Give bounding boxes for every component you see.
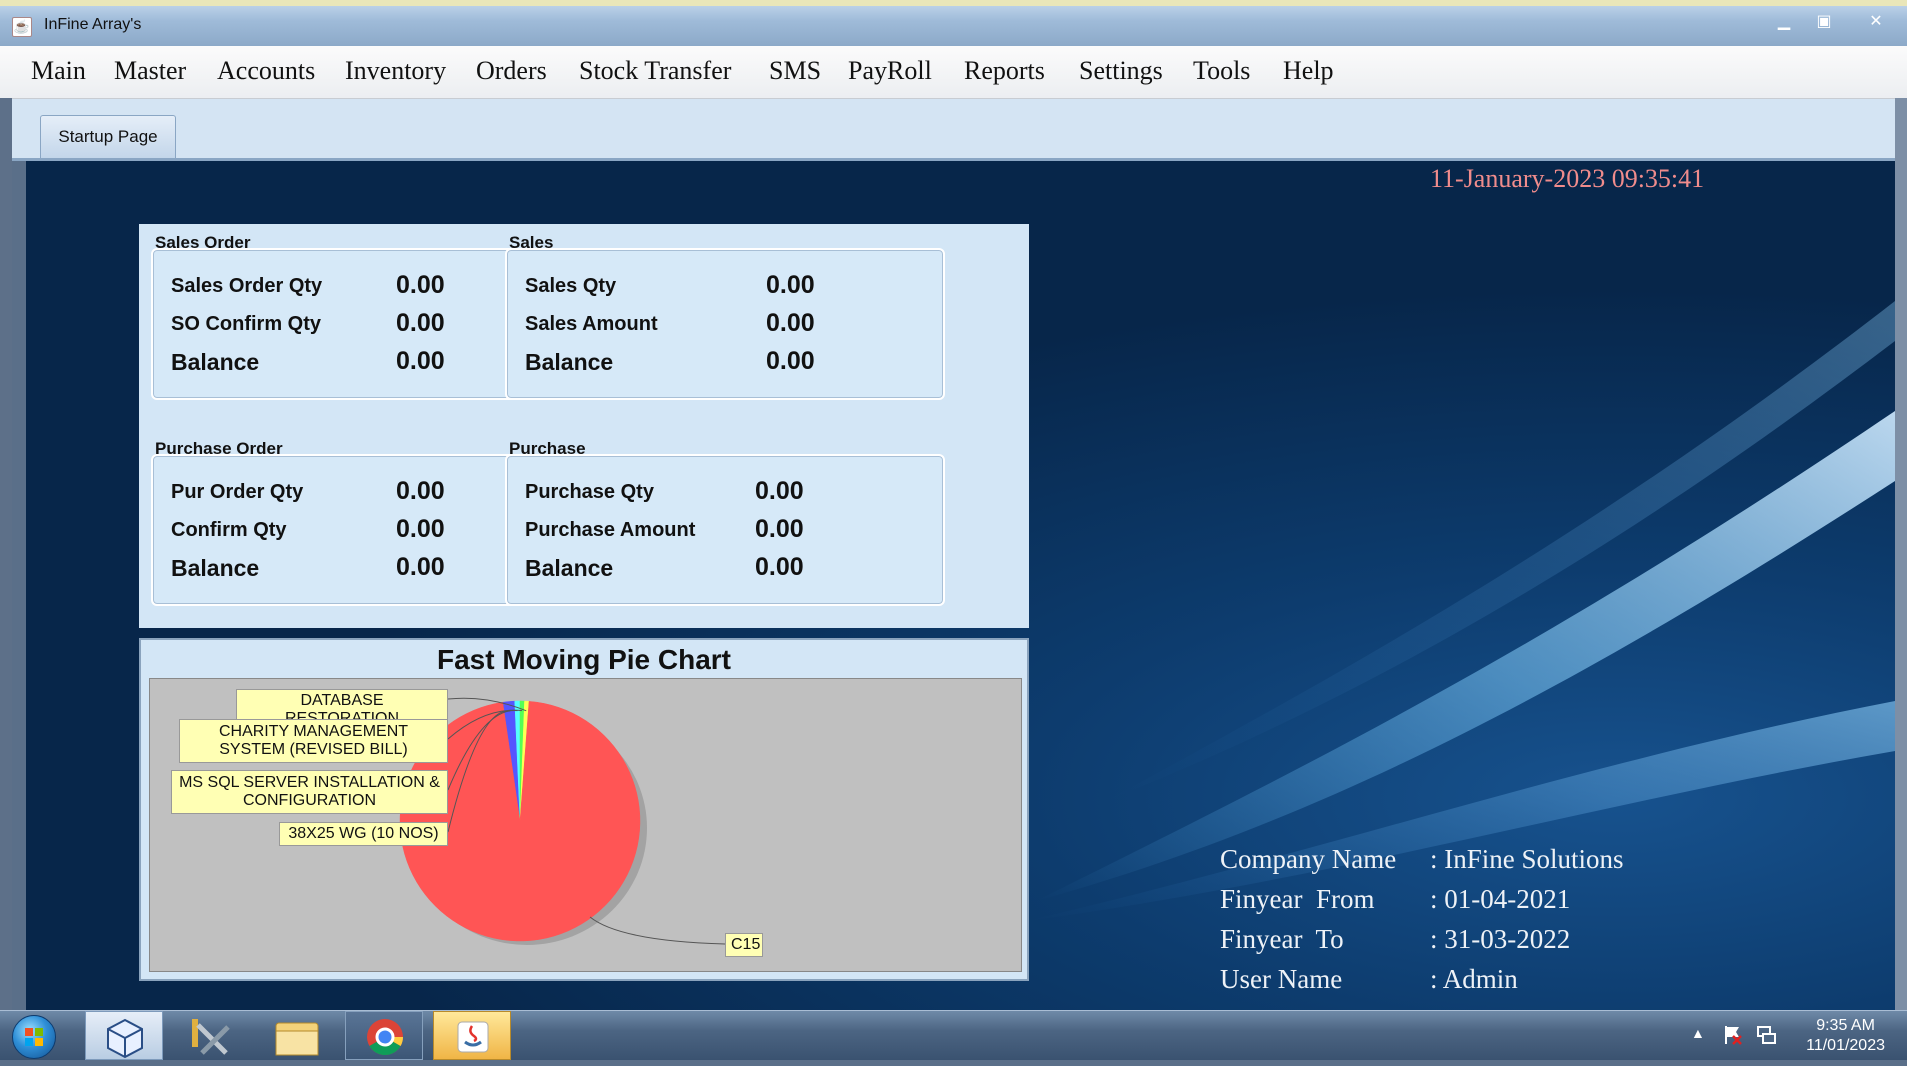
- menu-accounts[interactable]: Accounts: [217, 56, 315, 86]
- left-frame: [0, 98, 12, 1010]
- tab-strip: Startup Page: [12, 99, 1895, 159]
- company-name-value: : InFine Solutions: [1430, 844, 1624, 874]
- pie-label-38x25-wg: 38X25 WG (10 NOS): [279, 822, 448, 846]
- purchase-qty-label: Purchase Qty: [525, 481, 654, 503]
- confirm-qty-value: 0.00: [396, 515, 445, 543]
- java-icon: [457, 1021, 489, 1053]
- menu-inventory[interactable]: Inventory: [345, 56, 446, 86]
- fast-moving-chart-panel: Fast Moving Pie Chart DATABASE RESTORATI…: [139, 638, 1029, 981]
- so-confirm-qty-value: 0.00: [396, 309, 445, 337]
- finyear-from-value: : 01-04-2021: [1430, 884, 1571, 914]
- chrome-icon: [367, 1019, 403, 1056]
- taskbar: ▲ 9:35 AM 11/01/2023: [0, 1010, 1907, 1060]
- purchase-balance-value: 0.00: [755, 553, 804, 581]
- title-bar-topline: [0, 0, 1907, 6]
- tools-icon: [192, 1019, 230, 1055]
- minimize-icon[interactable]: ▁: [1768, 10, 1800, 34]
- right-frame: [1895, 98, 1907, 1010]
- taskbar-virtualbox[interactable]: [85, 1011, 163, 1060]
- purchase-amount-value: 0.00: [755, 515, 804, 543]
- summary-panel: Sales Order Sales Order Qty 0.00 SO Conf…: [139, 224, 1029, 628]
- taskbar-explorer[interactable]: [258, 1011, 336, 1060]
- start-button[interactable]: [12, 1015, 56, 1059]
- taskbar-clock[interactable]: 9:35 AM 11/01/2023: [1806, 1016, 1885, 1056]
- windows-logo-icon: [25, 1028, 43, 1046]
- purchase-order-box: Pur Order Qty 0.00 Confirm Qty 0.00 Bala…: [151, 454, 563, 606]
- sales-order-qty-value: 0.00: [396, 271, 445, 299]
- pie-label-c15: C15: [725, 933, 763, 957]
- menu-settings[interactable]: Settings: [1079, 56, 1163, 86]
- taskbar-date: 11/01/2023: [1806, 1037, 1885, 1054]
- so-confirm-qty-label: SO Confirm Qty: [171, 313, 322, 335]
- menu-bar: Main Master Accounts Inventory Orders St…: [0, 46, 1907, 99]
- cube-icon: [107, 1018, 143, 1059]
- menu-payroll[interactable]: PayRoll: [848, 56, 932, 86]
- finyear-to-label: Finyear To: [1220, 924, 1344, 954]
- purchase-box: Purchase Qty 0.00 Purchase Amount 0.00 B…: [505, 454, 945, 606]
- sales-amount-label: Sales Amount: [525, 313, 658, 335]
- menu-orders[interactable]: Orders: [476, 56, 547, 86]
- sales-balance-value: 0.00: [766, 347, 815, 375]
- folder-icon: [275, 1022, 319, 1056]
- action-center-flag-icon[interactable]: [1722, 1024, 1744, 1046]
- pur-order-qty-label: Pur Order Qty: [171, 481, 304, 503]
- user-name-value: : Admin: [1430, 964, 1518, 994]
- chart-title: Fast Moving Pie Chart: [436, 644, 732, 675]
- sales-box: Sales Qty 0.00 Sales Amount 0.00 Balance…: [505, 248, 945, 400]
- chart-plot-area: DATABASE RESTORATION CHARITY MANAGEMENT …: [149, 678, 1022, 972]
- taskbar-time: 9:35 AM: [1816, 1017, 1875, 1034]
- maximize-icon[interactable]: ▣: [1808, 10, 1840, 34]
- taskbar-chrome[interactable]: [345, 1011, 423, 1060]
- close-icon[interactable]: ✕: [1860, 10, 1892, 34]
- menu-sms[interactable]: SMS: [769, 56, 821, 86]
- tab-startup-page[interactable]: Startup Page: [40, 115, 176, 158]
- finyear-from-label: Finyear From: [1220, 884, 1375, 914]
- menu-main[interactable]: Main: [31, 56, 86, 86]
- show-hidden-icons-icon[interactable]: ▲: [1691, 1025, 1705, 1041]
- title-bar: ☕ InFine Array's ▁ ▣ ✕: [0, 0, 1907, 46]
- confirm-qty-label: Confirm Qty: [171, 519, 287, 541]
- sales-order-qty-label: Sales Order Qty: [171, 275, 323, 297]
- taskbar-tools[interactable]: [172, 1011, 250, 1060]
- java-app-icon: ☕: [12, 17, 32, 37]
- network-icon[interactable]: [1755, 1024, 1777, 1046]
- sales-qty-label: Sales Qty: [525, 275, 617, 297]
- menu-stock-transfer[interactable]: Stock Transfer: [579, 56, 731, 86]
- purchase-order-balance-label: Balance: [171, 555, 260, 581]
- pie-label-ms-sql-server: MS SQL SERVER INSTALLATION & CONFIGURATI…: [171, 770, 448, 814]
- purchase-qty-value: 0.00: [755, 477, 804, 505]
- pur-order-qty-value: 0.00: [396, 477, 445, 505]
- pie-label-charity-management: CHARITY MANAGEMENT SYSTEM (REVISED BILL): [179, 719, 448, 763]
- user-name-label: User Name: [1220, 964, 1343, 994]
- startup-page-content: 11-January-2023 09:35:41 Sales Order Sal…: [26, 161, 1895, 1010]
- finyear-to-value: : 31-03-2022: [1430, 924, 1571, 954]
- datetime-display: 11-January-2023 09:35:41: [1430, 164, 1705, 193]
- window-title: InFine Array's: [44, 16, 142, 33]
- company-name-label: Company Name: [1220, 844, 1397, 874]
- sales-qty-value: 0.00: [766, 271, 815, 299]
- purchase-balance-label: Balance: [525, 555, 614, 581]
- purchase-amount-label: Purchase Amount: [525, 519, 696, 541]
- purchase-order-balance-value: 0.00: [396, 553, 445, 581]
- menu-reports[interactable]: Reports: [964, 56, 1045, 86]
- menu-tools[interactable]: Tools: [1193, 56, 1250, 86]
- menu-help[interactable]: Help: [1283, 56, 1334, 86]
- sales-order-balance-label: Balance: [171, 349, 260, 375]
- taskbar-java-app[interactable]: [433, 1011, 511, 1060]
- menu-master[interactable]: Master: [114, 56, 186, 86]
- sales-order-box: Sales Order Qty 0.00 SO Confirm Qty 0.00…: [151, 248, 563, 400]
- sales-balance-label: Balance: [525, 349, 614, 375]
- sales-order-balance-value: 0.00: [396, 347, 445, 375]
- sales-amount-value: 0.00: [766, 309, 815, 337]
- pie-leader-line: [589, 916, 726, 945]
